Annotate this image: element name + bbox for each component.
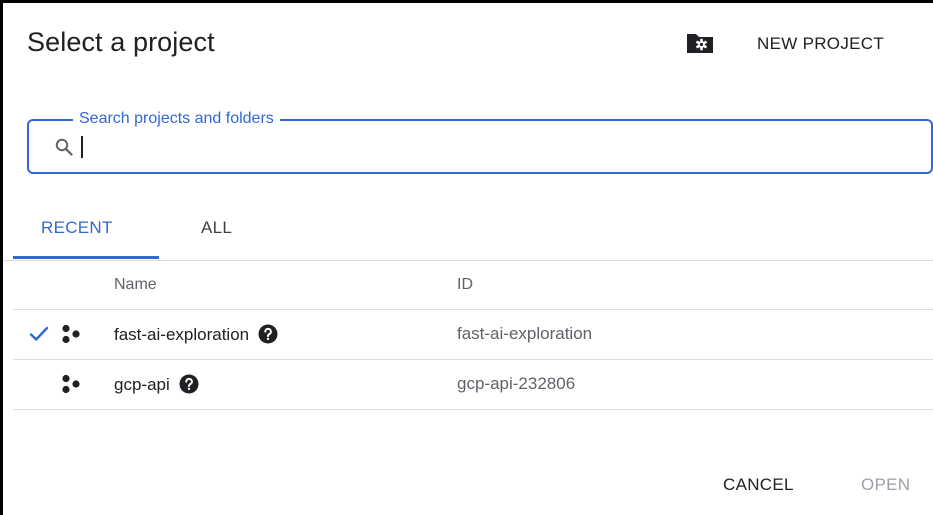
table-row[interactable]: fast-ai-exploration fast-ai-exploration [13,310,933,360]
new-project-button[interactable]: NEW PROJECT [743,29,898,59]
cancel-button[interactable]: CANCEL [723,475,794,495]
project-icon [62,374,80,394]
project-id: gcp-api-232806 [457,374,576,393]
select-project-dialog: Select a project NEW PROJECT Search proj… [0,0,933,515]
column-header-name: Name [114,276,157,293]
tab-all[interactable]: ALL [201,218,232,238]
table-header-row: Name ID [13,261,933,310]
column-header-id: ID [457,276,473,293]
project-name: gcp-api [114,375,170,394]
new-project-icon[interactable] [685,29,715,55]
project-name: fast-ai-exploration [114,325,250,344]
project-icon [62,324,80,344]
help-icon[interactable] [258,324,278,344]
text-caret [81,136,83,158]
search-label: Search projects and folders [73,108,280,130]
table-row[interactable]: gcp-api gcp-api-232806 [13,360,933,410]
tab-bar: RECENT ALL [3,203,933,261]
active-tab-indicator [13,256,159,259]
help-icon[interactable] [179,374,199,394]
project-id: fast-ai-exploration [457,324,593,343]
check-icon [29,326,49,341]
search-icon [55,138,73,156]
project-name-cell: gcp-api [114,374,199,395]
projects-table: Name ID fast-ai-exploration fast-ai-expl… [13,261,933,410]
tab-recent[interactable]: RECENT [41,218,113,238]
search-input[interactable] [81,133,905,163]
open-button[interactable]: OPEN [861,475,910,495]
search-field[interactable]: Search projects and folders [27,108,933,174]
dialog-title: Select a project [27,27,215,57]
project-name-cell: fast-ai-exploration [114,324,278,345]
